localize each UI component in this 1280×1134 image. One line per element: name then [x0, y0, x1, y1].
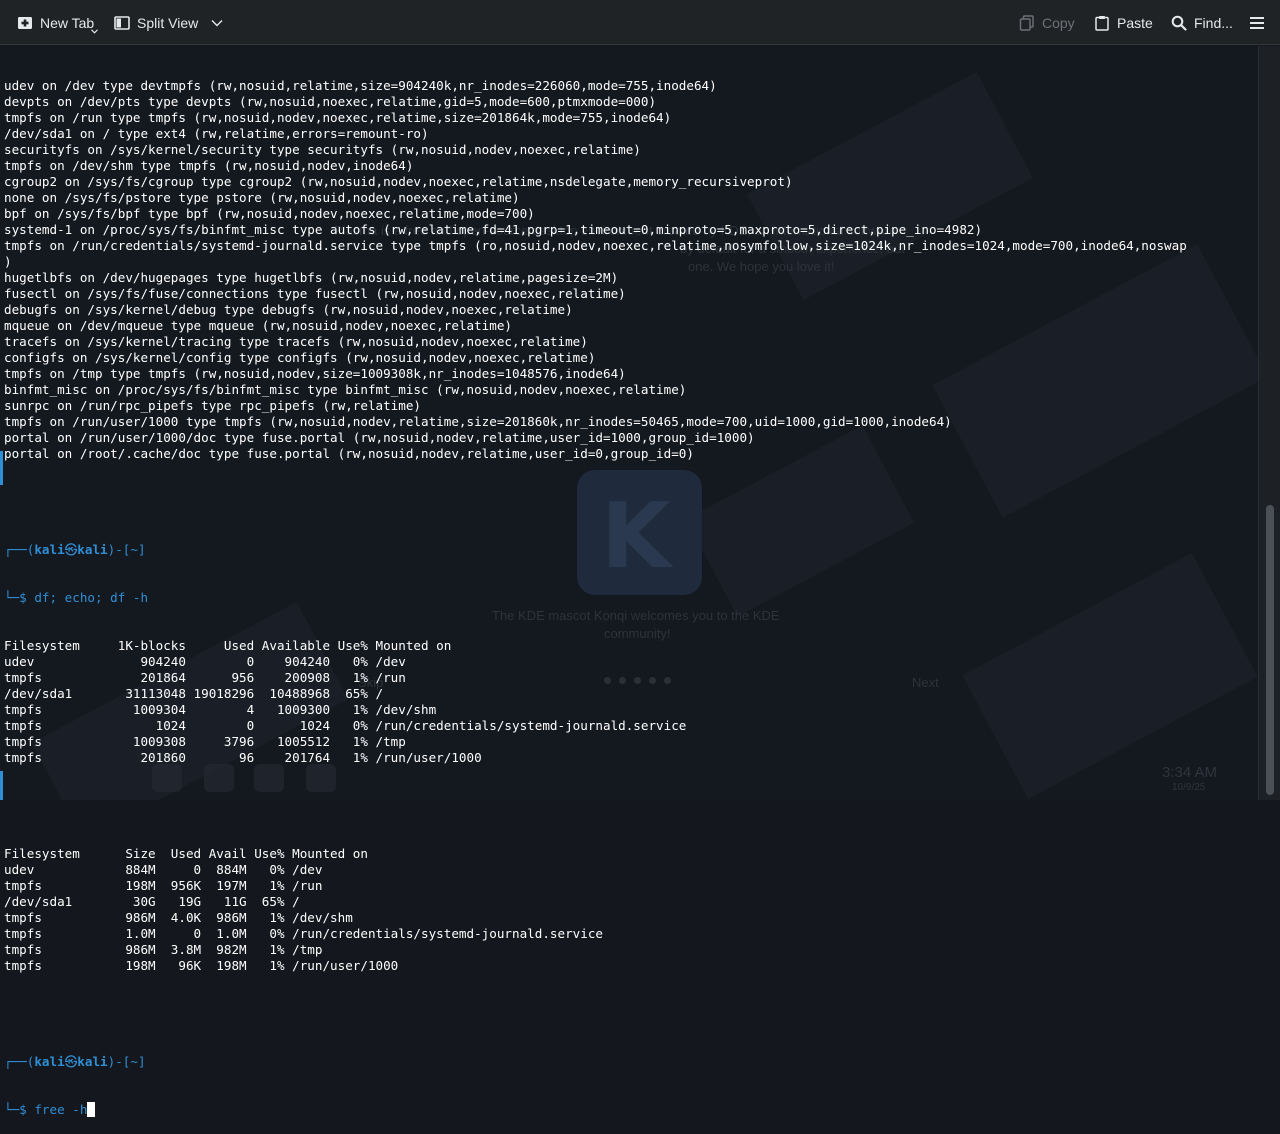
df-h-output-line: tmpfs 986M 4.0K 986M 1% /dev/shm	[4, 910, 353, 925]
mount-output: udev on /dev type devtmpfs (rw,nosuid,re…	[4, 78, 1256, 462]
find-label: Find...	[1194, 15, 1233, 31]
command-input-text: free -h	[34, 1102, 88, 1117]
prompt-marker	[0, 771, 3, 800]
new-tab-dropdown-icon[interactable]	[91, 29, 98, 34]
mount-output-line: udev on /dev type devtmpfs (rw,nosuid,re…	[4, 78, 717, 93]
paste-label: Paste	[1117, 15, 1153, 31]
df-output-line: tmpfs 201860 96 201764 1% /run/user/1000	[4, 750, 482, 765]
mount-output-line: )	[4, 254, 12, 269]
mount-output-line: cgroup2 on /sys/fs/cgroup type cgroup2 (…	[4, 174, 793, 189]
split-view-icon	[114, 16, 130, 30]
mount-output-line: tmpfs on /tmp type tmpfs (rw,nosuid,node…	[4, 366, 626, 381]
df-h-output-line: udev 884M 0 884M 0% /dev	[4, 862, 323, 877]
prompt-marker	[0, 451, 3, 485]
search-icon	[1171, 15, 1187, 31]
mount-output-line: portal on /run/user/1000/doc type fuse.p…	[4, 430, 755, 445]
mount-output-line: tracefs on /sys/kernel/tracing type trac…	[4, 334, 588, 349]
mount-output-line: none on /sys/fs/pstore type pstore (rw,n…	[4, 190, 520, 205]
copy-label: Copy	[1042, 15, 1075, 31]
df-output-line: tmpfs 1024 0 1024 0% /run/credentials/sy…	[4, 718, 687, 733]
mount-output-line: devpts on /dev/pts type devpts (rw,nosui…	[4, 94, 657, 109]
prompt-at-symbol: ㉿	[64, 542, 78, 557]
copy-button[interactable]: Copy	[1019, 8, 1075, 38]
mount-output-line: portal on /root/.cache/doc type fuse.por…	[4, 446, 694, 461]
df-h-output-line: tmpfs 986M 3.8M 982M 1% /tmp	[4, 942, 323, 957]
mount-output-line: debugfs on /sys/kernel/debug type debugf…	[4, 302, 573, 317]
df-h-output-line: tmpfs 1.0M 0 1.0M 0% /run/credentials/sy…	[4, 926, 603, 941]
mount-output-line: tmpfs on /dev/shm type tmpfs (rw,nosuid,…	[4, 158, 414, 173]
chevron-down-icon	[211, 20, 223, 27]
df-h-output-line: tmpfs 198M 956K 197M 1% /run	[4, 878, 323, 893]
mount-output-line: hugetlbfs on /dev/hugepages type hugetlb…	[4, 270, 619, 285]
df-h-output: Filesystem Size Used Avail Use% Mounted …	[4, 846, 1256, 974]
prompt-input-line[interactable]: └─$ free -h	[4, 1102, 1256, 1118]
split-view-button[interactable]: Split View	[114, 8, 223, 38]
mount-output-line: configfs on /sys/kernel/config type conf…	[4, 350, 596, 365]
prompt-user: kali	[34, 542, 65, 557]
new-tab-label: New Tab	[40, 15, 95, 31]
copy-icon	[1019, 15, 1034, 31]
df-output-line: tmpfs 201864 956 200908 1% /run	[4, 670, 406, 685]
df-output: Filesystem 1K-blocks Used Available Use%…	[4, 638, 1256, 766]
prompt-user: kali	[34, 1054, 65, 1069]
mount-output-line: tmpfs on /run/user/1000 type tmpfs (rw,n…	[4, 414, 952, 429]
mount-output-line: mqueue on /dev/mqueue type mqueue (rw,no…	[4, 318, 512, 333]
paste-button[interactable]: Paste	[1094, 8, 1153, 38]
prompt-host: kali	[77, 542, 108, 557]
prompt-command-line: └─$ df; echo; df -h	[4, 590, 149, 605]
prompt-at-symbol: ㉿	[64, 1054, 78, 1069]
hamburger-menu-button[interactable]	[1249, 8, 1265, 38]
command-text: df; echo; df -h	[34, 590, 149, 605]
df-output-line: Filesystem 1K-blocks Used Available Use%…	[4, 638, 452, 653]
df-output-line: tmpfs 1009308 3796 1005512 1% /tmp	[4, 734, 406, 749]
prompt-header: ┌──(kali㉿kali)-[~]	[4, 1054, 146, 1069]
new-tab-icon	[18, 17, 32, 29]
df-output-line: udev 904240 0 904240 0% /dev	[4, 654, 406, 669]
mount-output-line: fusectl on /sys/fs/fuse/connections type…	[4, 286, 626, 301]
mount-output-line: /dev/sda1 on / type ext4 (rw,relatime,er…	[4, 126, 429, 141]
mount-output-line: sunrpc on /run/rpc_pipefs type rpc_pipef…	[4, 398, 422, 413]
paste-icon	[1095, 16, 1109, 31]
mount-output-line: systemd-1 on /proc/sys/fs/binfmt_misc ty…	[4, 222, 983, 237]
mount-output-line: tmpfs on /run type tmpfs (rw,nosuid,node…	[4, 110, 672, 125]
find-button[interactable]: Find...	[1171, 8, 1233, 38]
mount-output-line: tmpfs on /run/credentials/systemd-journa…	[4, 238, 1187, 253]
prompt-host: kali	[77, 1054, 108, 1069]
text-cursor	[87, 1102, 96, 1117]
df-h-output-line: tmpfs 198M 96K 198M 1% /run/user/1000	[4, 958, 399, 973]
mount-output-line: securityfs on /sys/kernel/security type …	[4, 142, 641, 157]
new-tab-button[interactable]: New Tab	[17, 8, 94, 38]
mount-output-line: bpf on /sys/fs/bpf type bpf (rw,nosuid,n…	[4, 206, 535, 221]
hamburger-menu-icon	[1250, 17, 1264, 29]
konsole-toolbar: New Tab Split View Copy Paste Find...	[0, 0, 1280, 45]
split-view-label: Split View	[137, 15, 199, 31]
prompt-header: ┌──(kali㉿kali)-[~]	[4, 542, 146, 557]
mount-output-line: binfmt_misc on /proc/sys/fs/binfmt_misc …	[4, 382, 687, 397]
df-output-line: /dev/sda1 31113048 19018296 10488968 65%…	[4, 686, 384, 701]
terminal-output[interactable]: udev on /dev type devtmpfs (rw,nosuid,re…	[4, 46, 1256, 1134]
scrollbar-thumb[interactable]	[1266, 505, 1274, 795]
df-h-output-line: /dev/sda1 30G 19G 11G 65% /	[4, 894, 300, 909]
df-output-line: tmpfs 1009304 4 1009300 1% /dev/shm	[4, 702, 437, 717]
df-h-output-line: Filesystem Size Used Avail Use% Mounted …	[4, 846, 368, 861]
